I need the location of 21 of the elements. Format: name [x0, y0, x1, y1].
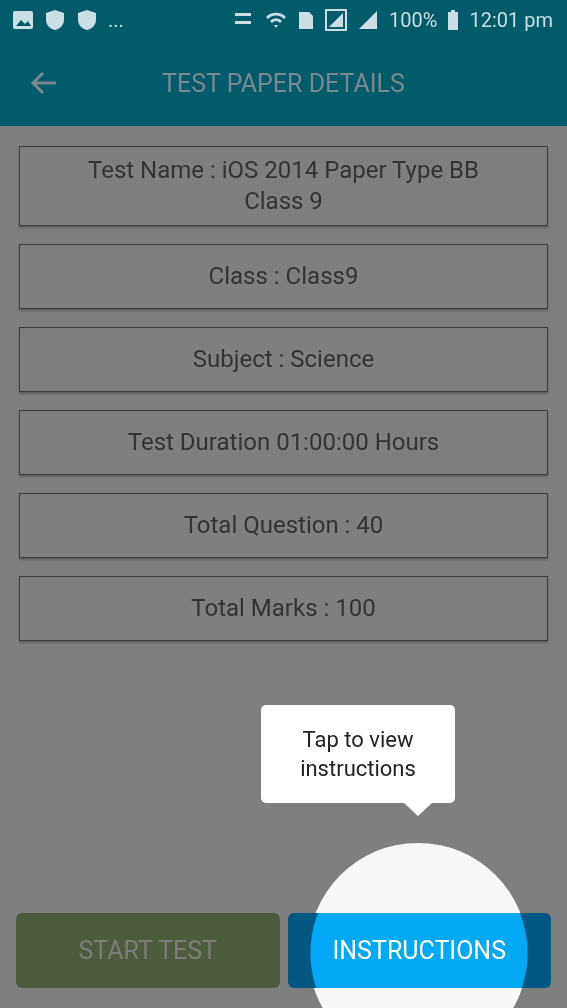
detail-card: Test Duration 01:00:00 Hours: [19, 410, 548, 475]
detail-card: Class : Class9: [19, 244, 548, 309]
instructions-button[interactable]: INSTRUCTIONS: [287, 913, 551, 988]
detail-card: Test Name : iOS 2014 Paper Type BB Class 9: [19, 146, 548, 226]
shield-icon: [44, 9, 66, 31]
signal-icon: [357, 9, 380, 31]
battery-icon: [447, 9, 460, 31]
start-test-button[interactable]: START TEST: [16, 913, 280, 988]
detail-card: Total Question : 40: [19, 493, 548, 558]
signal-icon: [325, 9, 348, 31]
battery-percentage: 100%: [389, 8, 438, 32]
detail-card: Subject : Science: [19, 327, 548, 392]
clock-time: 12:01 pm: [469, 8, 553, 32]
overflow-indicator: ...: [108, 8, 124, 32]
image-icon: [12, 9, 34, 31]
screen-title: TEST PAPER DETAILS: [161, 68, 406, 98]
shield-icon: [76, 9, 98, 31]
detail-card: Total Marks : 100: [19, 576, 548, 641]
back-arrow-icon[interactable]: [30, 71, 58, 95]
tooltip-text: Tap to view instructions: [299, 726, 417, 783]
sim-icon: [297, 9, 316, 31]
